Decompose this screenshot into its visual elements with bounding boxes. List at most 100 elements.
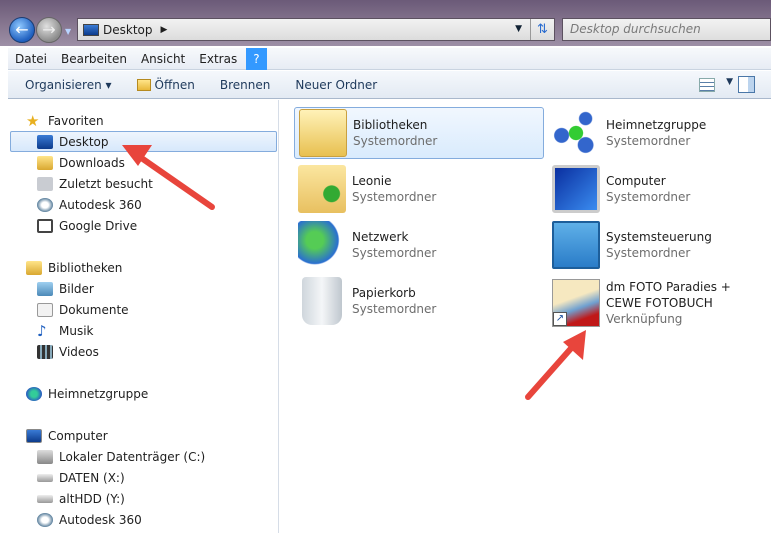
nav-documents[interactable]: Dokumente bbox=[37, 299, 129, 320]
nav-desktop[interactable]: Desktop bbox=[10, 131, 277, 152]
nav-videos[interactable]: Videos bbox=[37, 341, 99, 362]
preview-pane-icon[interactable] bbox=[738, 76, 755, 93]
menu-extras[interactable]: Extras bbox=[192, 48, 244, 70]
item-type: Systemordner bbox=[352, 190, 437, 204]
open-icon bbox=[136, 78, 151, 91]
item-netzwerk[interactable]: Netzwerk Systemordner bbox=[294, 219, 544, 271]
nav-recent[interactable]: Zuletzt besucht bbox=[37, 173, 153, 194]
item-type: Systemordner bbox=[606, 190, 691, 204]
breadcrumb-chevron-icon[interactable]: ▶ bbox=[161, 25, 168, 35]
new-folder-button[interactable]: Neuer Ordner bbox=[287, 78, 385, 92]
item-systemsteuerung[interactable]: Systemsteuerung Systemordner bbox=[548, 219, 771, 271]
nav-music[interactable]: ♪ Musik bbox=[37, 320, 94, 341]
homegroup-icon bbox=[552, 109, 600, 157]
item-name: Netzwerk bbox=[352, 230, 409, 244]
burn-button[interactable]: Brennen bbox=[212, 78, 278, 92]
recycle-bin-icon bbox=[302, 277, 342, 325]
nav-libraries[interactable]: Bibliotheken bbox=[26, 257, 122, 278]
nav-label: altHDD (Y:) bbox=[59, 491, 125, 506]
nav-label: Desktop bbox=[59, 134, 109, 149]
computer-icon bbox=[26, 428, 42, 443]
nav-autodesk360-fav[interactable]: Autodesk 360 bbox=[37, 194, 142, 215]
menu-help[interactable]: ? bbox=[246, 47, 267, 70]
nav-label: DATEN (X:) bbox=[59, 470, 125, 485]
command-bar: Organisieren ▾ Öffnen Brennen Neuer Ordn… bbox=[8, 71, 771, 99]
item-bibliotheken[interactable]: Bibliotheken Systemordner bbox=[294, 107, 544, 159]
autodesk-icon bbox=[37, 197, 53, 212]
nav-downloads[interactable]: Downloads bbox=[37, 152, 125, 173]
menu-datei[interactable]: Datei bbox=[8, 48, 54, 70]
open-button[interactable]: Öffnen bbox=[129, 78, 203, 92]
item-papierkorb[interactable]: Papierkorb Systemordner bbox=[294, 275, 544, 327]
nav-autodesk360-computer[interactable]: Autodesk 360 bbox=[37, 509, 142, 530]
view-dropdown-icon[interactable]: ▼ bbox=[726, 77, 733, 87]
autodesk-icon bbox=[37, 512, 53, 527]
nav-google-drive[interactable]: Google Drive bbox=[37, 215, 137, 236]
item-name: Computer bbox=[606, 174, 666, 188]
libraries-icon bbox=[299, 109, 347, 157]
nav-label: Musik bbox=[59, 323, 94, 338]
nav-label: Favoriten bbox=[48, 113, 104, 128]
open-label: Öffnen bbox=[154, 77, 195, 92]
nav-pictures[interactable]: Bilder bbox=[37, 278, 94, 299]
forward-button[interactable]: → bbox=[36, 17, 62, 43]
item-leonie[interactable]: Leonie Systemordner bbox=[294, 163, 544, 215]
downloads-icon bbox=[37, 155, 53, 170]
homegroup-icon bbox=[26, 386, 42, 401]
search-input[interactable]: Desktop durchsuchen bbox=[562, 18, 771, 41]
user-folder-icon bbox=[298, 165, 346, 213]
item-name: Systemsteuerung bbox=[606, 230, 712, 244]
drive-icon bbox=[37, 494, 53, 503]
view-options-icon[interactable] bbox=[699, 78, 715, 92]
system-drive-icon bbox=[37, 449, 53, 464]
item-name: Bibliotheken bbox=[353, 118, 428, 132]
menu-ansicht[interactable]: Ansicht bbox=[134, 48, 192, 70]
nav-drive-c[interactable]: Lokaler Datenträger (C:) bbox=[37, 446, 205, 467]
item-computer[interactable]: Computer Systemordner bbox=[548, 163, 771, 215]
item-name: dm FOTO Paradies + CEWE FOTOBUCH bbox=[606, 280, 731, 310]
address-dropdown-icon[interactable]: ▼ bbox=[515, 24, 522, 34]
google-drive-icon bbox=[37, 218, 53, 233]
pictures-icon bbox=[37, 281, 53, 296]
address-bar[interactable]: Desktop ▶ ▼ ⇅ bbox=[77, 18, 555, 41]
menu-bar: Datei Bearbeiten Ansicht Extras ? bbox=[8, 47, 771, 70]
nav-label: Autodesk 360 bbox=[59, 197, 142, 212]
nav-drive-x[interactable]: DATEN (X:) bbox=[37, 467, 125, 488]
star-icon: ★ bbox=[26, 111, 40, 130]
desktop-icon bbox=[83, 23, 99, 36]
nav-label: Heimnetzgruppe bbox=[48, 386, 149, 401]
nav-label: Lokaler Datenträger (C:) bbox=[59, 449, 206, 464]
nav-computer[interactable]: Computer bbox=[26, 425, 108, 446]
back-button[interactable]: ← bbox=[9, 17, 35, 43]
nav-label: Bibliotheken bbox=[48, 260, 123, 275]
nav-drive-y[interactable]: altHDD (Y:) bbox=[37, 488, 125, 509]
recent-places-icon bbox=[37, 176, 53, 191]
nav-homegroup[interactable]: Heimnetzgruppe bbox=[26, 383, 148, 404]
nav-label: Videos bbox=[59, 344, 99, 359]
item-dm-foto-paradies[interactable]: ↗ dm FOTO Paradies + CEWE FOTOBUCH Verknü… bbox=[548, 275, 771, 331]
menu-bearbeiten[interactable]: Bearbeiten bbox=[54, 48, 134, 70]
breadcrumb-desktop[interactable]: Desktop bbox=[103, 23, 153, 37]
music-icon: ♪ bbox=[37, 321, 47, 340]
item-type: Verknüpfung bbox=[606, 312, 683, 326]
nav-label: Autodesk 360 bbox=[59, 512, 142, 527]
item-type: Systemordner bbox=[352, 246, 437, 260]
computer-icon bbox=[552, 165, 600, 213]
item-name: Papierkorb bbox=[352, 286, 416, 300]
nav-label: Computer bbox=[48, 428, 108, 443]
nav-favorites[interactable]: ★ Favoriten bbox=[26, 110, 104, 131]
item-type: Systemordner bbox=[606, 134, 691, 148]
item-heimnetzgruppe[interactable]: Heimnetzgruppe Systemordner bbox=[548, 107, 771, 159]
refresh-icon[interactable]: ⇅ bbox=[530, 19, 554, 40]
nav-label: Bilder bbox=[59, 281, 94, 296]
videos-icon bbox=[37, 344, 53, 359]
shortcut-arrow-icon: ↗ bbox=[553, 312, 567, 326]
history-dropdown-icon[interactable]: ▼ bbox=[65, 27, 71, 36]
shortcut-app-icon: ↗ bbox=[552, 279, 600, 327]
control-panel-icon bbox=[552, 221, 600, 269]
item-type: Systemordner bbox=[353, 134, 438, 148]
organize-button[interactable]: Organisieren ▾ bbox=[17, 78, 120, 92]
desktop-icon bbox=[37, 134, 53, 149]
drive-icon bbox=[37, 473, 53, 482]
item-name: Leonie bbox=[352, 174, 392, 188]
